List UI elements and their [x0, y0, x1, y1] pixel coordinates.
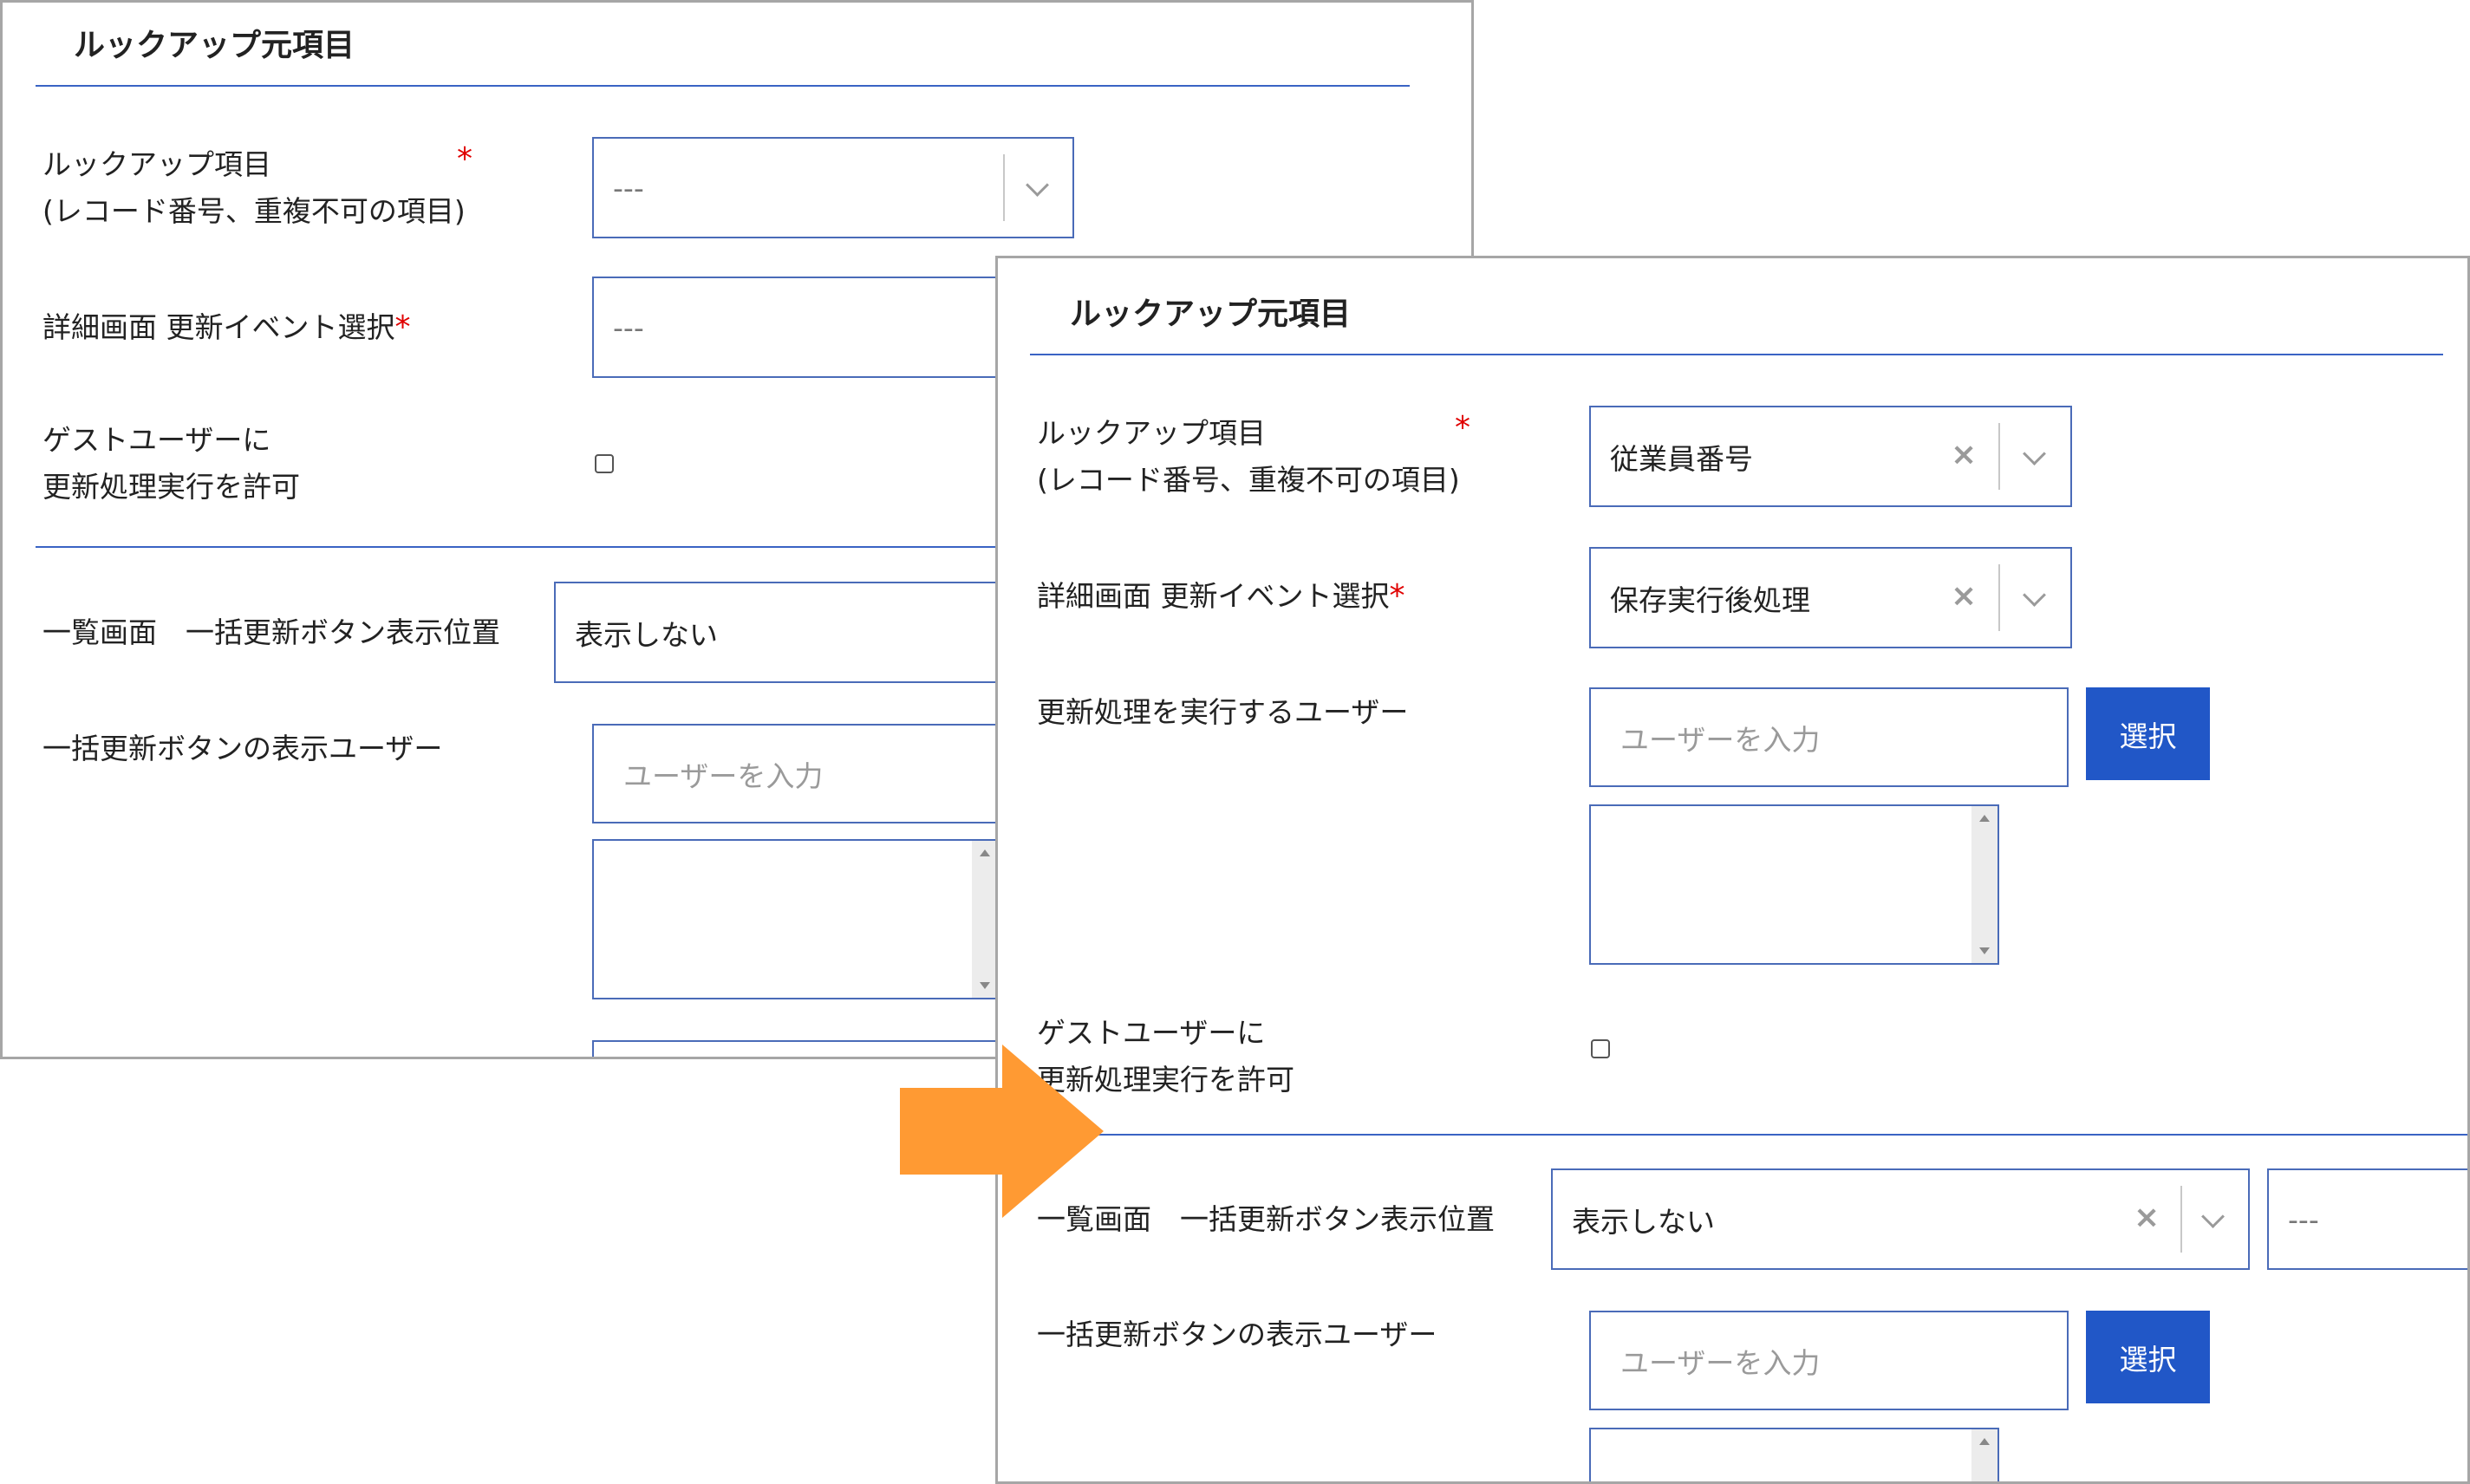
- required-mark: *: [1455, 410, 1470, 446]
- settings-panel-after: ルックアップ元項目 ルックアップ項目 (レコード番号、重複不可の項目) * 従業…: [995, 256, 2470, 1484]
- exec-users-list[interactable]: [1589, 804, 1999, 965]
- required-mark: *: [457, 141, 472, 177]
- scrollbar[interactable]: [1971, 806, 1998, 963]
- bulk-users-list[interactable]: [592, 839, 1000, 999]
- required-mark: *: [1389, 578, 1405, 614]
- detail-event-label: 詳細画面 更新イベント選択*: [42, 309, 411, 345]
- detail-event-select[interactable]: 保存実行後処理 ×: [1589, 547, 2072, 648]
- exec-users-label: 更新処理を実行するユーザー: [1037, 695, 1409, 729]
- bulk-users-label: 一括更新ボタンの表示ユーザー: [42, 732, 443, 765]
- chevron-down-icon[interactable]: [2023, 442, 2046, 465]
- clear-icon[interactable]: ×: [2134, 1200, 2160, 1235]
- bulk-users-list[interactable]: [1589, 1428, 1999, 1481]
- exec-users-select-button[interactable]: 選択: [2086, 687, 2210, 780]
- clear-icon[interactable]: ×: [1951, 437, 1977, 472]
- bulk-users-select-button[interactable]: 選択: [2086, 1311, 2210, 1403]
- section-title: ルックアップ元項目: [1070, 296, 1352, 332]
- section-divider: [1010, 1134, 2467, 1136]
- section-divider: [36, 85, 1410, 87]
- guest-permit-checkbox[interactable]: [595, 454, 614, 473]
- lookup-field-label: ルックアップ項目 (レコード番号、重複不可の項目): [42, 147, 466, 228]
- scrollbar[interactable]: [972, 841, 998, 998]
- section-title: ルックアップ元項目: [74, 28, 355, 63]
- chevron-down-icon[interactable]: [1026, 173, 1049, 197]
- bulk-users-input[interactable]: ユーザーを入力: [1589, 1311, 2069, 1410]
- guest-permit-label: ゲストユーザーに 更新処理実行を許可: [42, 423, 300, 504]
- lookup-field-select[interactable]: ---: [592, 137, 1074, 238]
- chevron-down-icon[interactable]: [2201, 1205, 2225, 1228]
- arrow-right-icon: [900, 1045, 1104, 1218]
- bulk-position-sub-select[interactable]: ---: [2267, 1168, 2467, 1270]
- chevron-down-icon[interactable]: [2023, 583, 2046, 607]
- bulk-users-label: 一括更新ボタンの表示ユーザー: [1037, 1318, 1437, 1351]
- lookup-field-select[interactable]: 従業員番号 ×: [1589, 406, 2072, 507]
- scrollbar[interactable]: [1971, 1429, 1998, 1481]
- bulk-position-label: 一覧画面 一括更新ボタン表示位置: [42, 615, 500, 649]
- arrow-shape: [900, 1045, 1104, 1218]
- bulk-users-input[interactable]: ユーザーを入力: [592, 724, 1043, 823]
- clear-icon[interactable]: ×: [1951, 578, 1977, 614]
- required-mark: *: [394, 309, 411, 345]
- lookup-field-label: ルックアップ項目 (レコード番号、重複不可の項目): [1037, 416, 1460, 497]
- detail-event-label: 詳細画面 更新イベント選択*: [1037, 578, 1405, 614]
- exec-users-input[interactable]: ユーザーを入力: [1589, 687, 2069, 787]
- guest-permit-checkbox[interactable]: [1591, 1039, 1610, 1058]
- bulk-position-select[interactable]: 表示しない ×: [1551, 1168, 2250, 1270]
- section-divider: [1030, 354, 2443, 355]
